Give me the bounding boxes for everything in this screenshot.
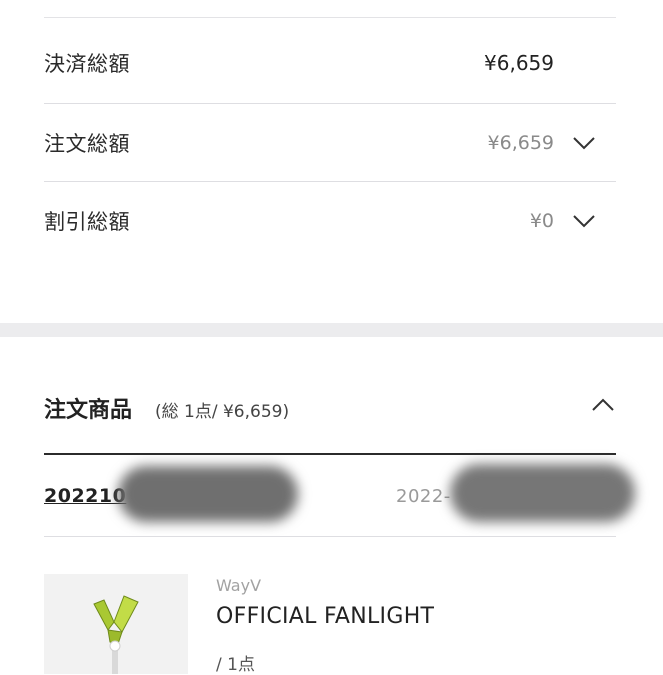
order-items-title: 注文商品	[44, 398, 133, 423]
order-date: 2022-	[396, 486, 451, 507]
redaction-blur	[450, 464, 635, 522]
chevron-up-icon[interactable]	[591, 398, 615, 412]
order-items-summary: (総 1点/ ¥6,659)	[155, 402, 290, 422]
discount-total-label: 割引総額	[44, 210, 130, 234]
discount-total-value: ¥0	[529, 210, 554, 232]
chevron-down-icon[interactable]	[572, 136, 596, 150]
fanlight-image	[93, 595, 139, 674]
divider	[44, 536, 616, 537]
order-total-row[interactable]: 注文総額 ¥6,659	[44, 112, 616, 174]
payment-total-value: ¥6,659	[484, 51, 554, 75]
order-total-label: 注文総額	[44, 132, 130, 156]
section-divider	[44, 453, 616, 455]
divider	[44, 181, 616, 182]
chevron-down-icon[interactable]	[572, 214, 596, 228]
divider	[44, 103, 616, 104]
product-name[interactable]: OFFICIAL FANLIGHT	[216, 604, 434, 629]
payment-total-row: 決済総額 ¥6,659	[44, 32, 616, 94]
order-total-value: ¥6,659	[487, 132, 554, 154]
product-thumbnail[interactable]	[44, 574, 188, 674]
order-number-link[interactable]: 202210	[44, 485, 126, 507]
section-separator-band	[0, 323, 663, 337]
product-brand: WayV	[216, 576, 262, 595]
payment-total-label: 決済総額	[44, 52, 130, 76]
discount-total-row[interactable]: 割引総額 ¥0	[44, 190, 616, 252]
redaction-blur	[118, 466, 298, 522]
top-divider	[44, 17, 616, 18]
